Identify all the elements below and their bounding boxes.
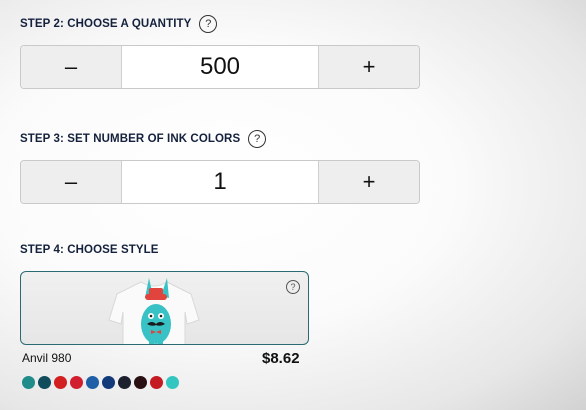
quantity-value[interactable]: 500 [121, 46, 319, 88]
help-icon[interactable]: ? [286, 280, 300, 294]
style-card[interactable]: ? [20, 271, 309, 345]
color-swatch[interactable] [134, 376, 147, 389]
color-swatch[interactable] [70, 376, 83, 389]
character-pupil-left [149, 314, 153, 318]
color-swatch[interactable] [166, 376, 179, 389]
quantity-decrease-button[interactable]: – [21, 46, 121, 88]
color-swatch[interactable] [54, 376, 67, 389]
step2-title: STEP 2: CHOOSE A QUANTITY ? [20, 15, 218, 33]
step4-title: STEP 4: CHOOSE STYLE [20, 244, 159, 256]
help-icon[interactable]: ? [199, 15, 218, 33]
character-leg-right [158, 338, 163, 344]
tshirt-image [108, 278, 200, 344]
character-hat-top [149, 288, 163, 296]
product-price: $8.62 [262, 350, 300, 367]
step4-title-text: STEP 4: CHOOSE STYLE [20, 244, 159, 256]
help-icon[interactable]: ? [248, 130, 267, 148]
color-swatch[interactable] [22, 376, 35, 389]
step3-title: STEP 3: SET NUMBER OF INK COLORS ? [20, 130, 267, 148]
character-leg-left [149, 338, 154, 344]
product-name: Anvil 980 [22, 351, 72, 365]
color-swatch[interactable] [150, 376, 163, 389]
color-swatches [22, 376, 179, 389]
step2-title-text: STEP 2: CHOOSE A QUANTITY [20, 18, 192, 30]
color-swatch[interactable] [38, 376, 51, 389]
quantity-increase-button[interactable]: + [319, 46, 419, 88]
ink-colors-increase-button[interactable]: + [319, 161, 419, 203]
step3-title-text: STEP 3: SET NUMBER OF INK COLORS [20, 133, 241, 145]
color-swatch[interactable] [102, 376, 115, 389]
color-swatch[interactable] [118, 376, 131, 389]
color-swatch[interactable] [86, 376, 99, 389]
ink-colors-stepper: – 1 + [20, 160, 420, 204]
character-pupil-right [159, 314, 163, 318]
quantity-stepper: – 500 + [20, 45, 420, 89]
ink-colors-value[interactable]: 1 [121, 161, 319, 203]
ink-colors-decrease-button[interactable]: – [21, 161, 121, 203]
